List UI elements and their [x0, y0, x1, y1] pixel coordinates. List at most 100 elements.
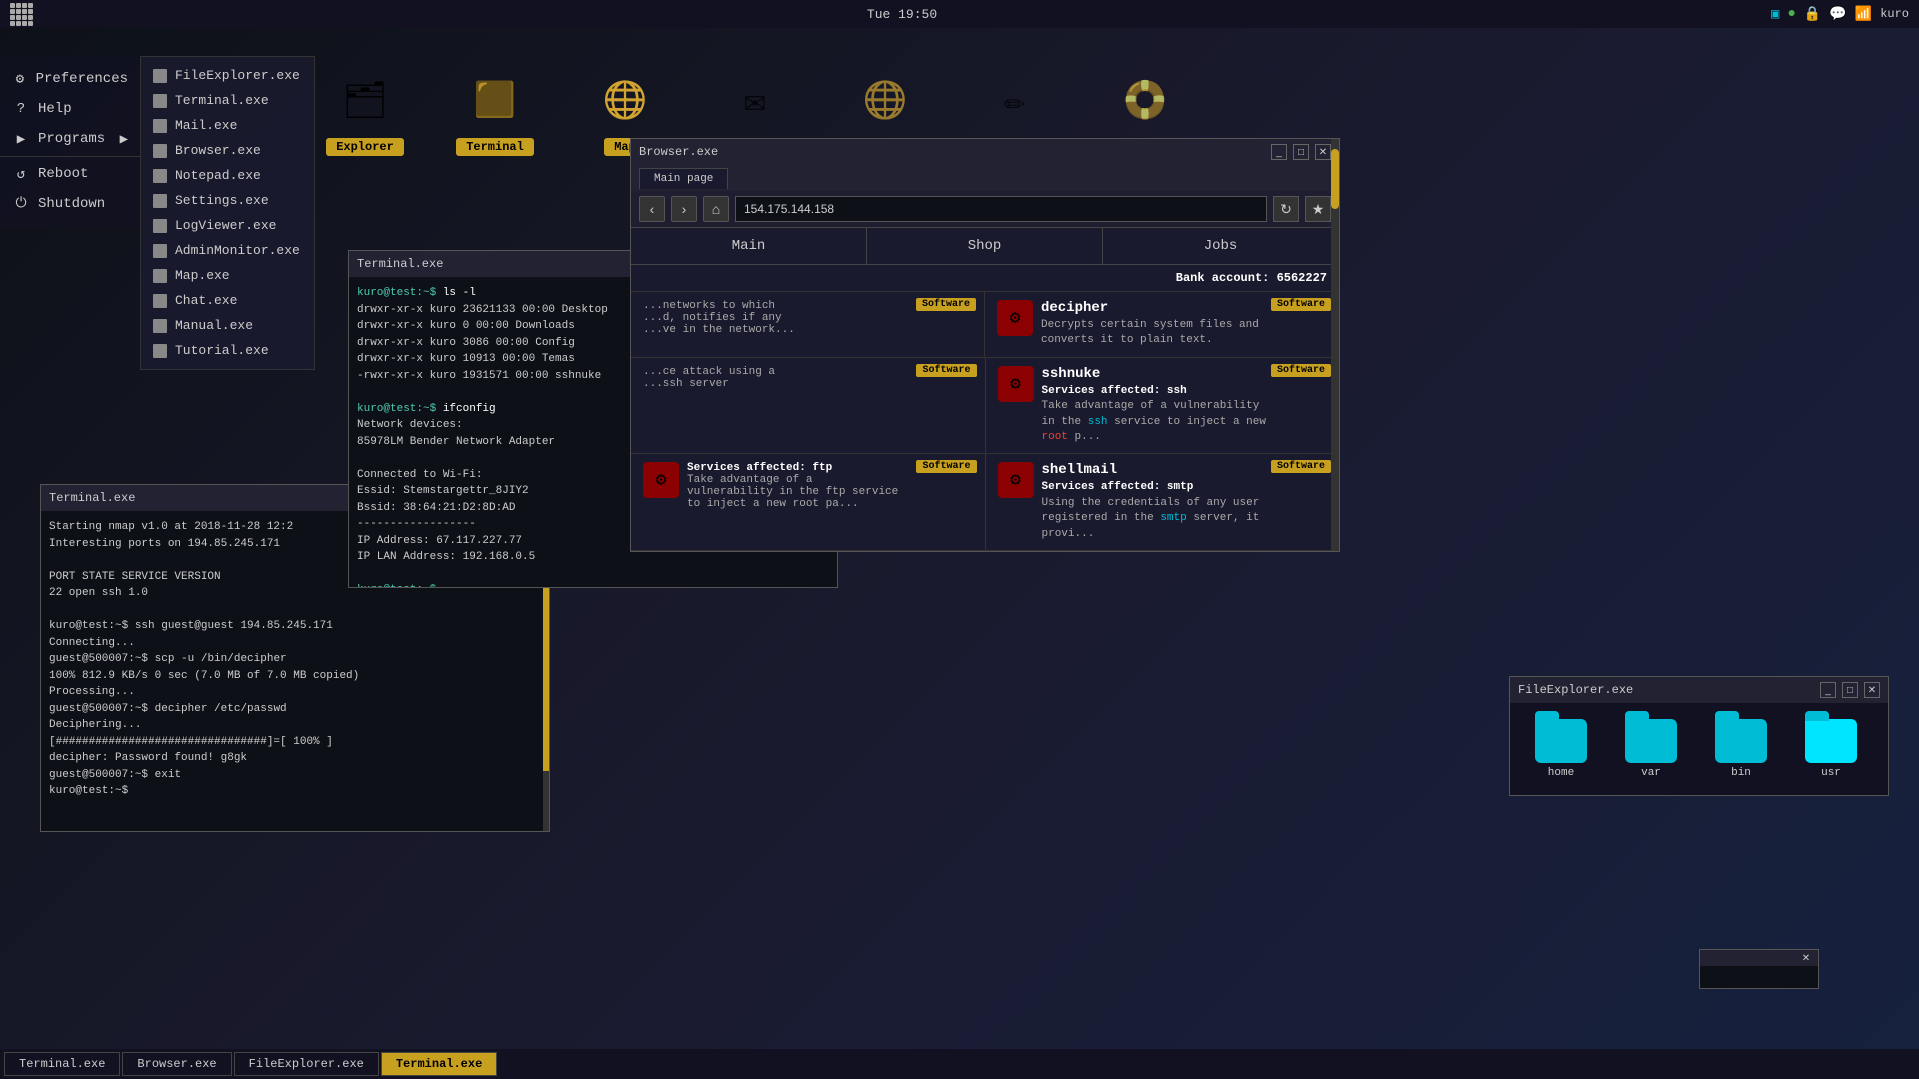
app-tutorial[interactable]: Tutorial.exe — [141, 338, 314, 363]
browser-nav-shop[interactable]: Shop — [867, 228, 1103, 264]
app-settings[interactable]: Settings.exe — [141, 188, 314, 213]
folder-home-label: home — [1548, 767, 1574, 779]
grid-icon[interactable] — [10, 3, 33, 26]
browser-content: Main Shop Jobs Bank account: 6562227 Sof… — [631, 228, 1339, 551]
folder-usr[interactable]: usr — [1796, 719, 1866, 779]
browser-bookmark[interactable]: ★ — [1305, 196, 1331, 222]
browser-maximize[interactable]: □ — [1293, 144, 1309, 160]
app-notepad[interactable]: Notepad.exe — [141, 163, 314, 188]
app-adminmonitor[interactable]: AdminMonitor.exe — [141, 238, 314, 263]
app-fileexplorer[interactable]: FileExplorer.exe — [141, 63, 314, 88]
file-icon — [153, 319, 167, 333]
map-icon-img: 🌐 — [590, 66, 660, 136]
shellmail-icon: ⚙ — [998, 462, 1034, 498]
software-row-3: Software ⚙ Services affected: ftp Take a… — [631, 454, 1339, 551]
terminal-br-close[interactable]: ✕ — [1798, 950, 1814, 966]
taskbar-fileexplorer[interactable]: FileExplorer.exe — [234, 1052, 379, 1076]
lock-icon: 🔒 — [1804, 6, 1821, 23]
sw-badge-partial2[interactable]: Software — [916, 364, 976, 377]
explorer-icon-img: 🗂 — [330, 66, 400, 136]
software-card-decipher: ⚙ decipher Decrypts certain system files… — [985, 292, 1339, 357]
folder-var[interactable]: var — [1616, 719, 1686, 779]
software-row-2: Software ...ce attack using a...ssh serv… — [631, 358, 1339, 455]
browser-nav-main[interactable]: Main — [631, 228, 867, 264]
folder-var-label: var — [1641, 767, 1661, 779]
user-label: kuro — [1880, 7, 1909, 21]
terminal-bl-title: Terminal.exe — [49, 491, 135, 505]
topbar: Tue 19:50 ▣ ● 🔒 💬 📶 kuro — [0, 0, 1919, 28]
sshnuke-desc: Services affected: ssh Take advantage of… — [1042, 384, 1268, 446]
programs-arrow: ▶ — [120, 131, 128, 148]
taskbar: Terminal.exe Browser.exe FileExplorer.ex… — [0, 1049, 1919, 1079]
file-icon — [153, 94, 167, 108]
fileexp-controls: _ □ ✕ — [1820, 682, 1880, 698]
help-icon: ? — [12, 100, 30, 118]
app-mail[interactable]: Mail.exe — [141, 113, 314, 138]
left-menu: ⚙ Preferences ? Help ▶ Programs ▶ ↺ Rebo… — [0, 56, 140, 227]
sshnuke-title: sshnuke — [1042, 366, 1268, 382]
file-icon — [153, 194, 167, 208]
browser-refresh[interactable]: ↻ — [1273, 196, 1299, 222]
app-map[interactable]: Map.exe — [141, 263, 314, 288]
file-icon — [153, 169, 167, 183]
file-icon — [153, 244, 167, 258]
file-icon — [153, 269, 167, 283]
circle-icon: ● — [1787, 6, 1795, 22]
app-logviewer[interactable]: LogViewer.exe — [141, 213, 314, 238]
sw-badge-decipher[interactable]: Software — [1271, 298, 1331, 311]
file-icon — [153, 294, 167, 308]
menu-item-help[interactable]: ? Help — [0, 94, 140, 124]
taskbar-terminal2[interactable]: Terminal.exe — [381, 1052, 497, 1076]
decipher-title: decipher — [1041, 300, 1267, 316]
fileexp-maximize[interactable]: □ — [1842, 682, 1858, 698]
browser-nav-jobs[interactable]: Jobs — [1103, 228, 1339, 264]
desktop-icon-terminal[interactable]: ⬛ Terminal — [430, 66, 560, 156]
terminal-bl-scrollbar-thumb — [543, 571, 549, 771]
menu-item-shutdown[interactable]: ⏻ Shutdown — [0, 189, 140, 219]
fileexp-title: FileExplorer.exe — [1518, 683, 1633, 697]
sshnuke-info: sshnuke Services affected: ssh Take adva… — [1042, 366, 1328, 446]
folder-usr-label: usr — [1821, 767, 1841, 779]
topbar-right: ▣ ● 🔒 💬 📶 kuro — [1771, 6, 1909, 23]
fileexp-close[interactable]: ✕ — [1864, 682, 1880, 698]
app-chat[interactable]: Chat.exe — [141, 288, 314, 313]
software-card-ftp: Software ⚙ Services affected: ftp Take a… — [631, 454, 986, 550]
browser-scrollbar[interactable] — [1331, 139, 1339, 551]
browser-back[interactable]: ‹ — [639, 196, 665, 222]
browser-address-bar[interactable] — [735, 196, 1267, 222]
sshnuke-icon: ⚙ — [998, 366, 1034, 402]
fileexp-minimize[interactable]: _ — [1820, 682, 1836, 698]
sw-badge-shellmail[interactable]: Software — [1271, 460, 1331, 473]
browser-home[interactable]: ⌂ — [703, 196, 729, 222]
sw-badge-ftp[interactable]: Software — [916, 460, 976, 473]
browser-toolbar: ‹ › ⌂ ↻ ★ — [631, 191, 1339, 228]
folder-bin[interactable]: bin — [1706, 719, 1776, 779]
folder-home[interactable]: home — [1526, 719, 1596, 779]
app-terminal[interactable]: Terminal.exe — [141, 88, 314, 113]
browser-menubar: Main page — [631, 165, 1339, 191]
preferences-icon: ⚙ — [12, 70, 28, 88]
sw-badge-sshnuke[interactable]: Software — [1271, 364, 1331, 377]
wifi-icon: 📶 — [1855, 6, 1872, 23]
app-manual[interactable]: Manual.exe — [141, 313, 314, 338]
reboot-icon: ↺ — [12, 165, 30, 183]
browser-close[interactable]: ✕ — [1315, 144, 1331, 160]
menu-item-reboot[interactable]: ↺ Reboot — [0, 159, 140, 189]
desktop-icon-explorer[interactable]: 🗂 Explorer — [300, 66, 430, 156]
browser-title: Browser.exe — [639, 145, 718, 159]
app-browser[interactable]: Browser.exe — [141, 138, 314, 163]
file-icon — [153, 119, 167, 133]
taskbar-browser[interactable]: Browser.exe — [122, 1052, 231, 1076]
taskbar-terminal1[interactable]: Terminal.exe — [4, 1052, 120, 1076]
browser-forward[interactable]: › — [671, 196, 697, 222]
decipher-icon: ⚙ — [997, 300, 1033, 336]
sw-badge-partial[interactable]: Software — [916, 298, 976, 311]
menu-item-preferences[interactable]: ⚙ Preferences — [0, 64, 140, 94]
menu-item-programs[interactable]: ▶ Programs ▶ — [0, 124, 140, 154]
terminal-mid-title: Terminal.exe — [357, 257, 443, 271]
browser-window: Browser.exe _ □ ✕ Main page ‹ › ⌂ ↻ ★ Ma… — [630, 138, 1340, 552]
browser-tab-main[interactable]: Main page — [639, 168, 728, 189]
browser-minimize[interactable]: _ — [1271, 144, 1287, 160]
file-icon — [153, 144, 167, 158]
software-card-partial2: Software ...ce attack using a...ssh serv… — [631, 358, 986, 454]
